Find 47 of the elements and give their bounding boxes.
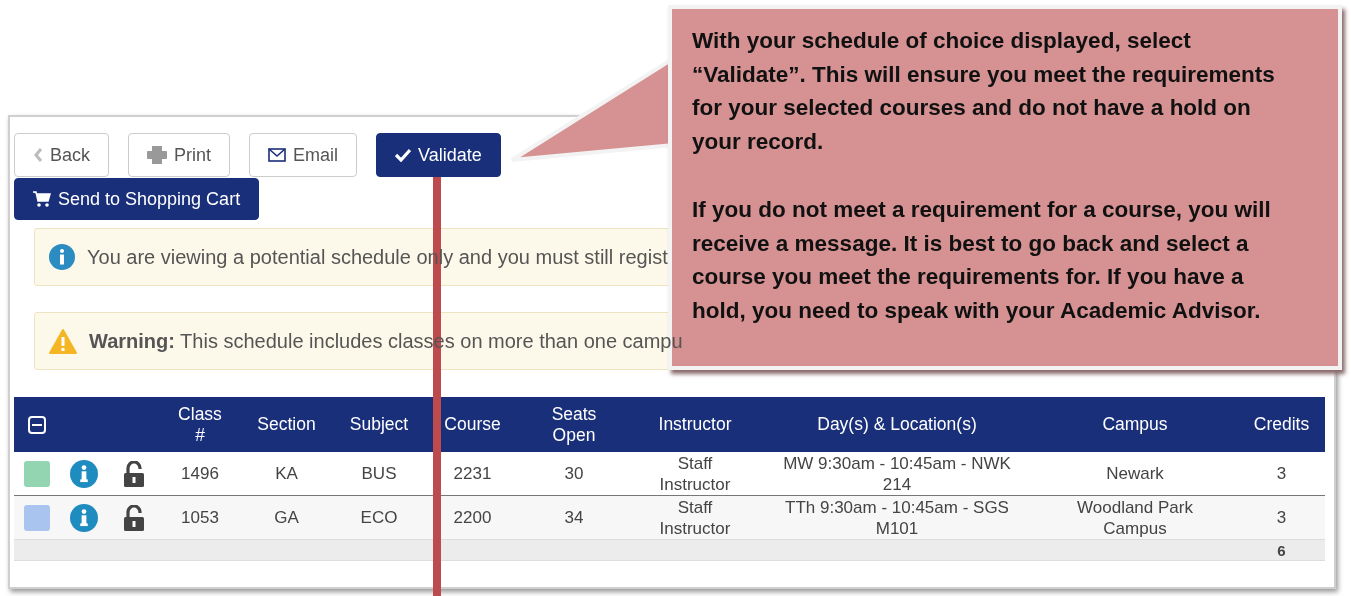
table-cell: 3	[1276, 463, 1287, 484]
table-cell: 2231	[453, 463, 492, 484]
column-header: Campus	[1102, 414, 1168, 435]
send-to-cart-button[interactable]: Send to Shopping Cart	[14, 178, 260, 220]
total-credits: 6	[1277, 540, 1286, 561]
info-icon[interactable]	[70, 459, 98, 488]
table-cell: 1496	[181, 463, 219, 484]
table-cell: GA	[274, 507, 299, 528]
table-cell: ECO	[360, 507, 398, 528]
unlocked-padlock-icon[interactable]	[123, 504, 145, 531]
table-cell: Newark	[1106, 463, 1164, 484]
collapse-icon[interactable]	[28, 415, 46, 434]
table-cell-text: TTh 9:30am - 10:45am - SGS M101	[784, 496, 1010, 539]
print-button[interactable]: Print	[128, 133, 231, 177]
warning-icon	[49, 328, 77, 354]
table-cell-text: MW 9:30am - 10:45am - NWK 214	[782, 452, 1012, 495]
callout-text: If you do not meet a requirement for a course, you will receive a message. It is best to go back and select a course you meet the requirements for. If you have a hold, you need to speak with your Academic Advisor.	[692, 195, 1272, 325]
unlocked-padlock-icon[interactable]	[123, 460, 145, 487]
table-cell-text: Woodland Park Campus	[1076, 496, 1194, 539]
table-cell: 2200	[453, 507, 492, 528]
chevron-left-icon	[33, 147, 43, 163]
column-header: Subject	[349, 414, 409, 435]
column-header: Instructor	[658, 414, 732, 435]
envelope-icon	[268, 148, 287, 162]
column-header: Seats Open	[550, 403, 598, 446]
table-cell: 34	[564, 507, 584, 528]
info-icon	[49, 244, 75, 270]
column-header: Credits	[1253, 414, 1310, 435]
info-icon[interactable]	[70, 503, 98, 532]
column-header: Course	[444, 414, 501, 435]
table-cell: BUS	[361, 463, 397, 484]
back-button[interactable]: Back	[14, 133, 110, 177]
table-cell: 30	[564, 463, 584, 484]
table-cell: 1053	[181, 507, 219, 528]
email-button[interactable]: Email	[249, 133, 358, 177]
table-cell-text: Staff Instructor	[658, 496, 732, 539]
column-header: Class #	[177, 403, 223, 446]
printer-icon	[147, 146, 168, 164]
callout-text: With your schedule of choice displayed, select “Validate”. This will ensure you meet the requirements for your selected courses and do not have a hold on your record.	[692, 27, 1276, 157]
cart-icon	[33, 191, 51, 207]
table-cell: 3	[1276, 507, 1287, 528]
column-header: Day(s) & Location(s)	[817, 414, 977, 435]
table-cell-text: Staff Instructor	[658, 452, 732, 495]
column-header: Section	[257, 414, 316, 435]
validate-button[interactable]: Validate	[376, 133, 501, 177]
check-icon	[395, 148, 412, 162]
table-cell: KA	[275, 463, 298, 484]
